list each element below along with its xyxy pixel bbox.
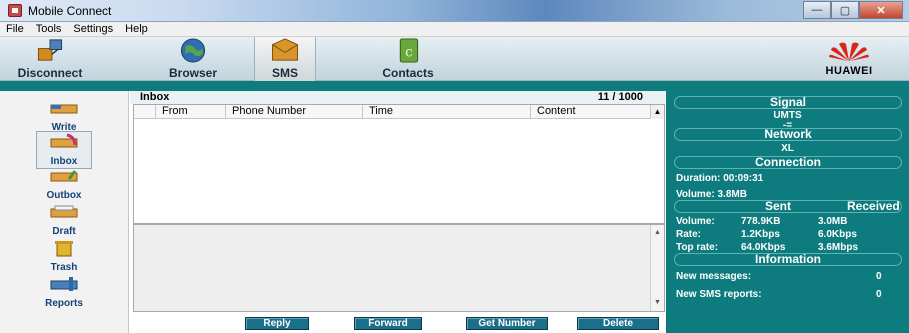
close-button[interactable]: ✕ [859, 1, 903, 19]
contacts-button[interactable]: c Contacts [372, 37, 444, 81]
network-title: Network [764, 127, 812, 141]
forward-button[interactable]: Forward [354, 317, 422, 330]
nav-reports-label: Reports [45, 298, 83, 309]
col-phone-number[interactable]: Phone Number [226, 105, 363, 119]
toolbar-divider [0, 81, 909, 91]
window-title: Mobile Connect [28, 4, 112, 18]
menu-bar: File Tools Settings Help [0, 22, 909, 37]
preview-scrollbar[interactable]: ▲ ▼ [650, 225, 664, 311]
new-reports-count: 0 [876, 289, 882, 300]
contacts-label: Contacts [382, 66, 434, 80]
browser-button[interactable]: Browser [158, 37, 228, 81]
top-rate-received: 3.6Mbps [818, 242, 859, 253]
title-bar: Mobile Connect — ▢ ✕ [0, 0, 909, 22]
inbox-count: 11 / 1000 [597, 91, 643, 103]
reply-button[interactable]: Reply [245, 317, 309, 330]
vol-received: 3.0MB [818, 216, 848, 227]
connection-header: Connection [674, 156, 902, 169]
inbox-header: Inbox 11 / 1000 [130, 91, 665, 104]
brand-name: HUAWEI [825, 65, 873, 77]
col-select[interactable] [134, 105, 156, 119]
information-title: Information [755, 252, 821, 266]
huawei-logo: HUAWEI [809, 40, 889, 78]
nav-draft[interactable]: Draft [36, 203, 92, 237]
rate-received: 6.0Kbps [818, 229, 857, 240]
get-number-button[interactable]: Get Number [466, 317, 548, 330]
scroll-up-icon[interactable]: ▲ [651, 227, 664, 239]
sms-button[interactable]: SMS [254, 37, 316, 81]
sent-received-header: Sent Received [674, 200, 902, 213]
received-title: Received [847, 199, 900, 213]
toolbar: Disconnect Browser SMS c Contacts HUAWEI [0, 37, 909, 81]
new-reports-label: New SMS reports: [676, 289, 762, 300]
nav-outbox[interactable]: Outbox [36, 167, 92, 201]
nav-trash[interactable]: Trash [36, 239, 92, 273]
status-panel: Signal UMTS -= Network XL Connection Dur… [666, 91, 909, 333]
message-preview[interactable]: ▲ ▼ [133, 224, 665, 312]
signal-header: Signal [674, 96, 902, 109]
rate-sent: 1.2Kbps [741, 229, 780, 240]
nav-reports[interactable]: Reports [36, 275, 92, 309]
app-icon [8, 4, 22, 17]
col-content[interactable]: Content [531, 105, 652, 119]
network-name: XL [781, 143, 794, 154]
delete-button[interactable]: Delete [577, 317, 659, 330]
inbox-icon [50, 133, 78, 148]
scroll-up-icon[interactable]: ▲ [650, 105, 664, 119]
nav-inbox-label: Inbox [50, 156, 78, 167]
envelope-icon [271, 38, 299, 61]
menu-settings[interactable]: Settings [73, 22, 113, 36]
rate-label: Rate: [676, 229, 702, 240]
minimize-button[interactable]: — [803, 1, 831, 19]
trash-icon [55, 241, 73, 257]
outbox-icon [50, 170, 78, 182]
nav-inbox[interactable]: Inbox [36, 131, 92, 169]
disconnect-label: Disconnect [17, 66, 83, 80]
window-controls: — ▢ ✕ [803, 1, 903, 19]
col-from[interactable]: From [156, 105, 226, 119]
action-bar: Reply Forward Get Number Delete [133, 312, 665, 333]
disconnect-icon [37, 39, 63, 61]
new-messages-label: New messages: [676, 271, 752, 282]
network-header: Network [674, 128, 902, 141]
sms-folder-nav: Write Inbox Outbox Draft Trash Reports [0, 91, 129, 333]
menu-tools[interactable]: Tools [36, 22, 62, 36]
draft-icon [50, 205, 78, 218]
menu-help[interactable]: Help [125, 22, 148, 36]
vol-sent: 778.9KB [741, 216, 781, 227]
volume-total: Volume: 3.8MB [676, 189, 747, 200]
nav-write[interactable]: Write [36, 99, 92, 133]
menu-file[interactable]: File [6, 22, 24, 36]
contacts-book-icon: c [399, 38, 419, 63]
scroll-down-icon[interactable]: ▼ [651, 297, 664, 309]
svg-text:c: c [405, 44, 413, 60]
nav-outbox-label: Outbox [46, 190, 82, 201]
sms-label: SMS [271, 66, 298, 80]
browser-label: Browser [168, 66, 218, 80]
new-messages-count: 0 [876, 271, 882, 282]
connection-title: Connection [755, 155, 821, 169]
sent-title: Sent [765, 199, 792, 213]
maximize-button[interactable]: ▢ [831, 1, 859, 19]
col-time[interactable]: Time [363, 105, 531, 119]
nav-draft-label: Draft [52, 226, 76, 237]
inbox-title: Inbox [140, 91, 170, 103]
top-rate-label: Top rate: [676, 242, 719, 253]
globe-icon [180, 38, 206, 63]
message-list[interactable]: From Phone Number Time Content ▲ [133, 104, 665, 224]
information-header: Information [674, 253, 902, 266]
nav-trash-label: Trash [50, 262, 78, 273]
signal-title: Signal [769, 95, 806, 109]
duration: Duration: 00:09:31 [676, 173, 764, 184]
vol-label: Volume: [676, 216, 715, 227]
reports-icon [50, 277, 78, 291]
disconnect-button[interactable]: Disconnect [10, 37, 90, 81]
huawei-petals-icon [829, 42, 869, 61]
write-icon [50, 104, 78, 114]
